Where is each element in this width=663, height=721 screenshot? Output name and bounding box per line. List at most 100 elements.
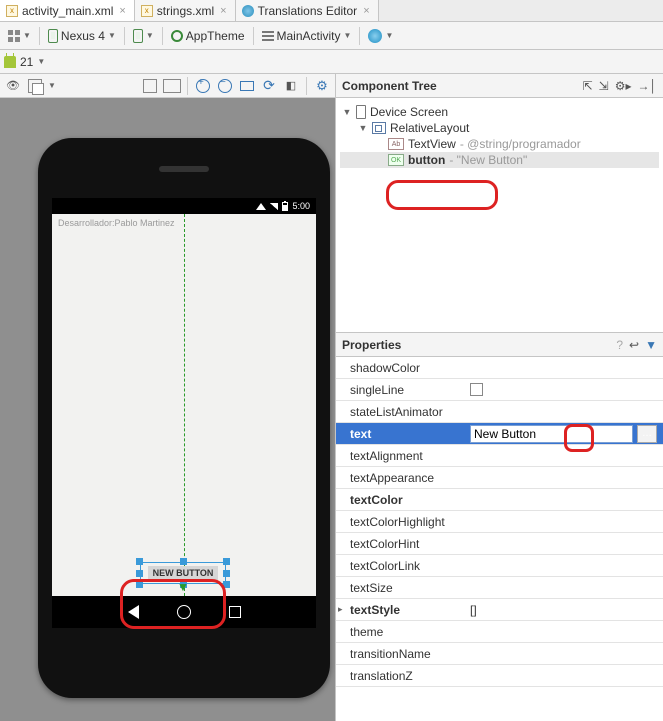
prop-row-textappearance[interactable]: textAppearance bbox=[336, 467, 663, 489]
prop-row-textcolor[interactable]: textColor bbox=[336, 489, 663, 511]
screenshot-button[interactable]: ◧ bbox=[282, 77, 300, 95]
zoom-out-button[interactable] bbox=[216, 77, 234, 95]
eye-icon[interactable]: 👁 bbox=[4, 77, 22, 95]
tree-row-device[interactable]: ▼ Device Screen bbox=[340, 104, 659, 120]
status-time: 5:00 bbox=[292, 201, 310, 211]
tree-row-textview[interactable]: Ab TextView - @string/programador bbox=[340, 136, 659, 152]
tab-label: Translations Editor bbox=[258, 4, 358, 18]
globe-icon bbox=[242, 5, 254, 17]
checkbox[interactable] bbox=[470, 383, 483, 396]
collapse-icon[interactable]: ⇲ bbox=[599, 79, 609, 93]
xml-icon: x bbox=[141, 5, 153, 17]
wifi-icon bbox=[256, 203, 266, 210]
tab-label: activity_main.xml bbox=[22, 4, 113, 18]
close-icon[interactable]: × bbox=[361, 5, 371, 17]
properties-list[interactable]: shadowColor singleLine stateListAnimator… bbox=[336, 357, 663, 721]
bars-icon bbox=[262, 30, 274, 42]
expand-icon[interactable]: ⇱ bbox=[583, 79, 593, 93]
xml-icon: x bbox=[6, 5, 18, 17]
prop-row-theme[interactable]: theme bbox=[336, 621, 663, 643]
panel-title: Component Tree bbox=[342, 79, 437, 93]
prop-row-textcolorhighlight[interactable]: textColorHighlight bbox=[336, 511, 663, 533]
tab-label: strings.xml bbox=[157, 4, 214, 18]
status-bar: 5:00 bbox=[52, 198, 316, 214]
tree-row-layout[interactable]: ▼ RelativeLayout bbox=[340, 120, 659, 136]
device-frame: 5:00 Desarrollador:Pablo Martinez NEW BU… bbox=[38, 138, 330, 698]
file-tab-translations[interactable]: Translations Editor × bbox=[236, 0, 379, 21]
filter-icon[interactable]: ▼ bbox=[645, 338, 657, 352]
prop-row-shadowcolor[interactable]: shadowColor bbox=[336, 357, 663, 379]
device-screen[interactable]: 5:00 Desarrollador:Pablo Martinez NEW BU… bbox=[52, 198, 316, 628]
theme-icon bbox=[171, 30, 183, 42]
android-icon bbox=[4, 56, 16, 68]
undo-icon[interactable]: ↩ bbox=[629, 338, 639, 352]
device-dd[interactable]: Nexus 4▼ bbox=[44, 27, 120, 45]
prop-row-textstyle[interactable]: ▸textStyle[] bbox=[336, 599, 663, 621]
inspect-button[interactable] bbox=[141, 77, 159, 95]
help-icon[interactable]: ? bbox=[616, 338, 623, 352]
button-preview-selected[interactable]: NEW BUTTON ▼ bbox=[140, 562, 226, 584]
gear-icon[interactable]: ⚙ bbox=[313, 77, 331, 95]
prop-row-transitionname[interactable]: transitionName bbox=[336, 643, 663, 665]
annotation-box bbox=[386, 180, 498, 210]
gear-icon[interactable]: ⚙▸ bbox=[615, 79, 632, 93]
button-icon: OK bbox=[388, 154, 404, 166]
file-tab-activity-main[interactable]: x activity_main.xml × bbox=[0, 0, 135, 21]
battery-icon bbox=[282, 202, 288, 211]
file-tab-bar: x activity_main.xml × x strings.xml × Tr… bbox=[0, 0, 663, 22]
signal-icon bbox=[270, 203, 278, 210]
prop-row-textsize[interactable]: textSize bbox=[336, 577, 663, 599]
phone-icon bbox=[133, 29, 143, 43]
activity-dd[interactable]: MainActivity▼ bbox=[258, 27, 356, 45]
activity-label: MainActivity bbox=[277, 29, 341, 43]
grid-icon bbox=[8, 30, 20, 42]
tree-ref: - "New Button" bbox=[449, 153, 527, 167]
tree-row-button[interactable]: OK button - "New Button" bbox=[340, 152, 659, 168]
design-canvas[interactable]: 5:00 Desarrollador:Pablo Martinez NEW BU… bbox=[0, 98, 335, 721]
tree-label: Device Screen bbox=[370, 105, 448, 119]
orientation-dd[interactable]: ▼ bbox=[129, 27, 158, 45]
back-icon[interactable] bbox=[128, 605, 139, 619]
zoom-in-button[interactable] bbox=[194, 77, 212, 95]
ellipsis-button[interactable]: … bbox=[637, 425, 657, 443]
api-toolbar: 21▼ bbox=[0, 50, 663, 74]
text-value-input[interactable] bbox=[470, 425, 633, 443]
zoom-fit-button[interactable] bbox=[238, 77, 256, 95]
globe-icon bbox=[368, 29, 382, 43]
palette-dd[interactable]: ▼ bbox=[4, 28, 35, 44]
refresh-button[interactable]: ⟳ bbox=[260, 77, 278, 95]
theme-dd[interactable]: AppTheme bbox=[167, 27, 249, 45]
locale-dd[interactable]: ▼ bbox=[364, 27, 397, 45]
minimize-icon[interactable]: →│ bbox=[638, 79, 658, 93]
file-tab-strings[interactable]: x strings.xml × bbox=[135, 0, 236, 21]
guideline bbox=[184, 214, 185, 596]
prop-row-statelistanimator[interactable]: stateListAnimator bbox=[336, 401, 663, 423]
tree-label: TextView bbox=[408, 137, 456, 151]
android-navbar bbox=[52, 596, 316, 628]
prop-row-text[interactable]: text … bbox=[336, 423, 663, 445]
component-tree[interactable]: ▼ Device Screen ▼ RelativeLayout Ab Text… bbox=[336, 98, 663, 174]
tree-label: RelativeLayout bbox=[390, 121, 469, 135]
device-label: Nexus 4 bbox=[61, 29, 105, 43]
prop-row-translationz[interactable]: translationZ bbox=[336, 665, 663, 687]
prop-row-singleline[interactable]: singleLine bbox=[336, 379, 663, 401]
textview-icon: Ab bbox=[388, 138, 404, 150]
design-toolbar: ▼ Nexus 4▼ ▼ AppTheme MainActivity▼ ▼ bbox=[0, 22, 663, 50]
home-icon[interactable] bbox=[177, 605, 191, 619]
viewport-button[interactable] bbox=[163, 77, 181, 95]
close-icon[interactable]: × bbox=[117, 5, 127, 17]
recents-icon[interactable] bbox=[229, 606, 241, 618]
layers-icon[interactable] bbox=[26, 77, 44, 95]
phone-icon bbox=[48, 29, 58, 43]
textstyle-value: [] bbox=[464, 603, 663, 617]
close-icon[interactable]: × bbox=[218, 5, 228, 17]
prop-row-textalignment[interactable]: textAlignment bbox=[336, 445, 663, 467]
tree-label: button bbox=[408, 153, 445, 167]
properties-header: Properties ? ↩ ▼ bbox=[336, 333, 663, 357]
canvas-toolbar: 👁 ▼ ⟳ ◧ ⚙ bbox=[0, 74, 335, 98]
panel-title: Properties bbox=[342, 338, 401, 352]
device-icon bbox=[356, 105, 366, 119]
prop-row-textcolorlink[interactable]: textColorLink bbox=[336, 555, 663, 577]
tree-ref: - @string/programador bbox=[460, 137, 581, 151]
prop-row-textcolorhint[interactable]: textColorHint bbox=[336, 533, 663, 555]
